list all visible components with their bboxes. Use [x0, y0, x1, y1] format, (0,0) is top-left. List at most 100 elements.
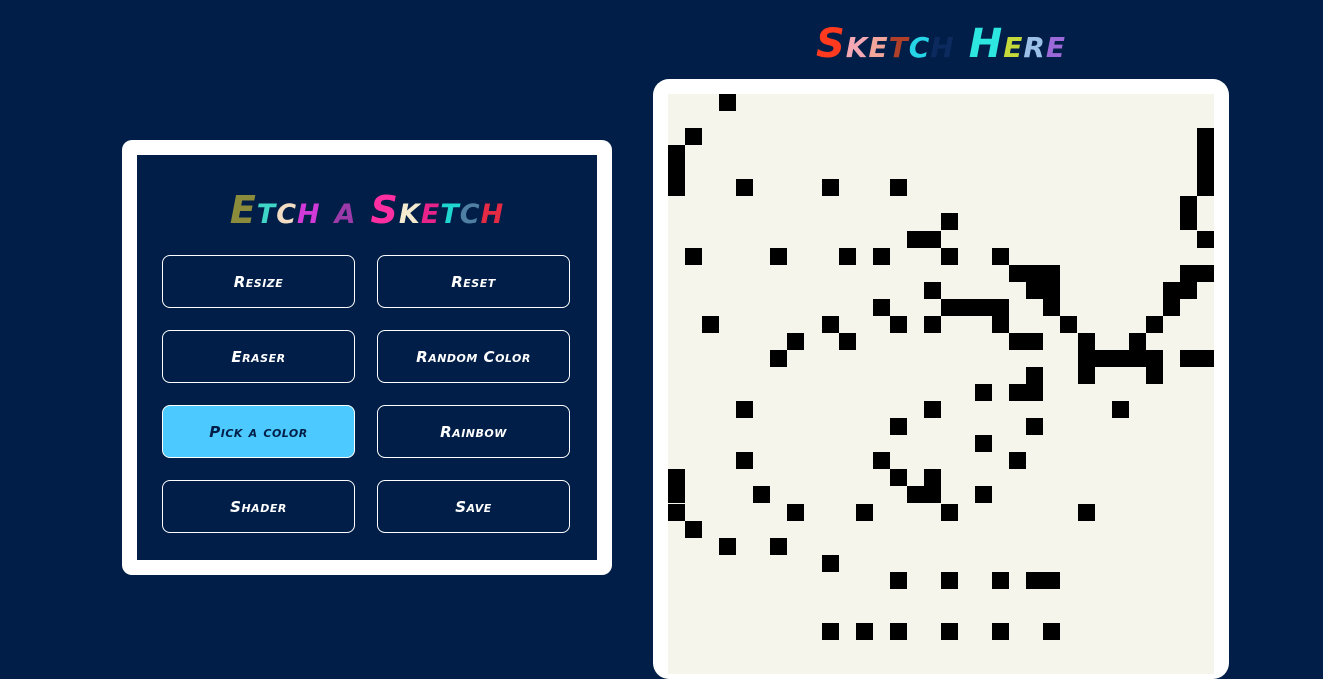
- grid-cell-filled[interactable]: [941, 213, 958, 230]
- grid-cell-filled[interactable]: [958, 299, 975, 316]
- grid-cell-filled[interactable]: [770, 350, 787, 367]
- grid-cell-filled[interactable]: [685, 248, 702, 265]
- grid-cell-filled[interactable]: [941, 248, 958, 265]
- resize-button[interactable]: Resize: [162, 255, 355, 308]
- grid-cell-filled[interactable]: [890, 572, 907, 589]
- grid-cell-filled[interactable]: [1180, 265, 1197, 282]
- grid-cell-filled[interactable]: [1112, 401, 1129, 418]
- grid-cell-filled[interactable]: [890, 469, 907, 486]
- grid-cell-filled[interactable]: [787, 333, 804, 350]
- grid-cell-filled[interactable]: [924, 231, 941, 248]
- grid-cell-filled[interactable]: [1026, 265, 1043, 282]
- grid-cell-filled[interactable]: [907, 486, 924, 503]
- grid-cell-filled[interactable]: [924, 486, 941, 503]
- grid-cell-filled[interactable]: [1009, 384, 1026, 401]
- grid-cell-filled[interactable]: [1026, 572, 1043, 589]
- grid-cell-filled[interactable]: [668, 145, 685, 162]
- sketch-canvas[interactable]: [668, 94, 1214, 674]
- grid-cell-filled[interactable]: [941, 572, 958, 589]
- grid-cell-filled[interactable]: [839, 248, 856, 265]
- grid-cell-filled[interactable]: [1060, 316, 1077, 333]
- grid-cell-filled[interactable]: [1009, 265, 1026, 282]
- grid-cell-filled[interactable]: [668, 179, 685, 196]
- grid-cell-filled[interactable]: [1078, 367, 1095, 384]
- grid-cell-filled[interactable]: [736, 401, 753, 418]
- grid-cell-filled[interactable]: [1043, 572, 1060, 589]
- grid-cell-filled[interactable]: [1043, 265, 1060, 282]
- grid-cell-filled[interactable]: [924, 401, 941, 418]
- grid-cell-filled[interactable]: [992, 248, 1009, 265]
- grid-cell-filled[interactable]: [685, 128, 702, 145]
- grid-cell-filled[interactable]: [668, 469, 685, 486]
- grid-cell-filled[interactable]: [1197, 128, 1214, 145]
- grid-cell-filled[interactable]: [1197, 231, 1214, 248]
- grid-cell-filled[interactable]: [941, 299, 958, 316]
- grid-cell-filled[interactable]: [822, 316, 839, 333]
- grid-cell-filled[interactable]: [975, 435, 992, 452]
- grid-cell-filled[interactable]: [1180, 282, 1197, 299]
- grid-cell-filled[interactable]: [822, 555, 839, 572]
- grid-cell-filled[interactable]: [873, 452, 890, 469]
- grid-cell-filled[interactable]: [1163, 282, 1180, 299]
- grid-cell-filled[interactable]: [1078, 333, 1095, 350]
- grid-cell-filled[interactable]: [1043, 623, 1060, 640]
- grid-cell-filled[interactable]: [1197, 350, 1214, 367]
- grid-cell-filled[interactable]: [890, 418, 907, 435]
- grid-cell-filled[interactable]: [992, 572, 1009, 589]
- grid-cell-filled[interactable]: [1009, 333, 1026, 350]
- grid-cell-filled[interactable]: [992, 316, 1009, 333]
- random-color-button[interactable]: Random Color: [377, 330, 570, 383]
- grid-cell-filled[interactable]: [1197, 145, 1214, 162]
- grid-cell-filled[interactable]: [924, 282, 941, 299]
- grid-cell-filled[interactable]: [736, 179, 753, 196]
- grid-cell-filled[interactable]: [1043, 282, 1060, 299]
- grid-cell-filled[interactable]: [890, 179, 907, 196]
- grid-cell-filled[interactable]: [890, 623, 907, 640]
- grid-cell-filled[interactable]: [873, 248, 890, 265]
- grid-cell-filled[interactable]: [975, 299, 992, 316]
- grid-cell-filled[interactable]: [822, 179, 839, 196]
- grid-cell-filled[interactable]: [1078, 504, 1095, 521]
- grid-cell-filled[interactable]: [719, 538, 736, 555]
- grid-cell-filled[interactable]: [941, 623, 958, 640]
- grid-cell-filled[interactable]: [992, 623, 1009, 640]
- grid-cell-filled[interactable]: [822, 623, 839, 640]
- grid-cell-filled[interactable]: [719, 94, 736, 111]
- reset-button[interactable]: Reset: [377, 255, 570, 308]
- grid-cell-filled[interactable]: [1180, 350, 1197, 367]
- grid-cell-filled[interactable]: [753, 486, 770, 503]
- grid-cell-filled[interactable]: [975, 384, 992, 401]
- grid-cell-filled[interactable]: [992, 299, 1009, 316]
- grid-cell-filled[interactable]: [941, 504, 958, 521]
- grid-cell-filled[interactable]: [975, 486, 992, 503]
- grid-cell-filled[interactable]: [1146, 350, 1163, 367]
- grid-cell-filled[interactable]: [1026, 333, 1043, 350]
- grid-cell-filled[interactable]: [890, 316, 907, 333]
- grid-cell-filled[interactable]: [770, 248, 787, 265]
- grid-cell-filled[interactable]: [907, 231, 924, 248]
- grid-cell-filled[interactable]: [787, 504, 804, 521]
- grid-cell-filled[interactable]: [1146, 367, 1163, 384]
- grid-cell-filled[interactable]: [668, 486, 685, 503]
- grid-cell-filled[interactable]: [770, 538, 787, 555]
- grid-cell-filled[interactable]: [1163, 299, 1180, 316]
- grid-cell-filled[interactable]: [1197, 265, 1214, 282]
- grid-cell-filled[interactable]: [924, 316, 941, 333]
- eraser-button[interactable]: Eraser: [162, 330, 355, 383]
- grid-cell-filled[interactable]: [685, 521, 702, 538]
- grid-cell-filled[interactable]: [702, 316, 719, 333]
- grid-cell-filled[interactable]: [856, 504, 873, 521]
- grid-cell-filled[interactable]: [1026, 367, 1043, 384]
- grid-cell-filled[interactable]: [1197, 179, 1214, 196]
- grid-cell-filled[interactable]: [839, 333, 856, 350]
- save-button[interactable]: Save: [377, 480, 570, 533]
- grid-cell-filled[interactable]: [1129, 333, 1146, 350]
- grid-cell-filled[interactable]: [1009, 452, 1026, 469]
- grid-cell-filled[interactable]: [1078, 350, 1095, 367]
- grid-cell-filled[interactable]: [1180, 196, 1197, 213]
- pick-color-button[interactable]: Pick a color: [162, 405, 355, 458]
- grid-cell-filled[interactable]: [1026, 282, 1043, 299]
- grid-cell-filled[interactable]: [1026, 418, 1043, 435]
- grid-cell-filled[interactable]: [1197, 162, 1214, 179]
- rainbow-button[interactable]: Rainbow: [377, 405, 570, 458]
